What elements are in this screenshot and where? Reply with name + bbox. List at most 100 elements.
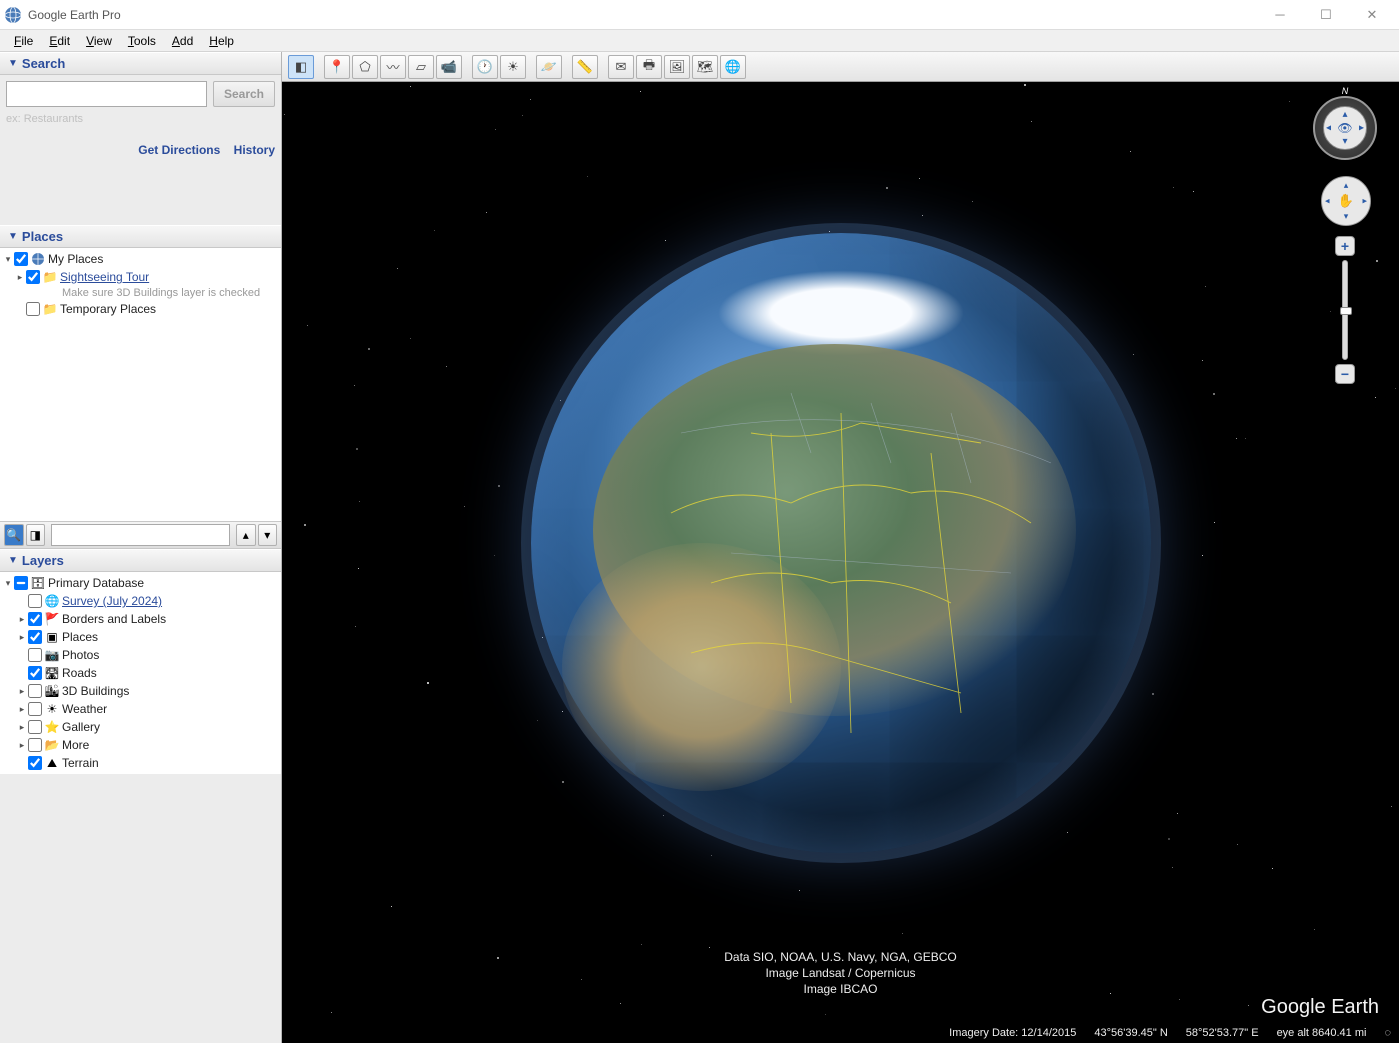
menu-tools[interactable]: Tools — [120, 32, 164, 50]
look-left-arrow[interactable]: ◂ — [1326, 123, 1331, 134]
layer-checkbox[interactable] — [28, 666, 42, 680]
nav-zoom: + − — [1335, 236, 1355, 384]
menu-view[interactable]: View — [78, 32, 120, 50]
layer-checkbox[interactable] — [28, 684, 42, 698]
menu-help[interactable]: Help — [201, 32, 242, 50]
expander-icon[interactable]: ▸ — [16, 701, 28, 717]
layer-item[interactable]: ▸🚩Borders and Labels — [0, 610, 281, 628]
maximize-button[interactable]: ☐ — [1303, 1, 1349, 29]
look-up-arrow[interactable]: ▴ — [1342, 109, 1347, 120]
zoom-slider-track[interactable] — [1342, 260, 1348, 360]
menu-edit[interactable]: Edit — [41, 32, 78, 50]
layer-item[interactable]: ▾🗄Primary Database — [0, 574, 281, 592]
add-polygon-button[interactable]: ⬠ — [352, 55, 378, 79]
sunlight-button[interactable]: ☀ — [500, 55, 526, 79]
layer-checkbox[interactable] — [28, 612, 42, 626]
expander-icon[interactable]: ▾ — [2, 251, 14, 267]
expander-icon[interactable]: ▸ — [16, 683, 28, 699]
save-image-button[interactable]: 🖼 — [664, 55, 690, 79]
layer-item[interactable]: ▸📂More — [0, 736, 281, 754]
sightseeing-label[interactable]: Sightseeing Tour — [60, 269, 149, 285]
print-button[interactable]: 🖶 — [636, 55, 662, 79]
layer-checkbox[interactable] — [28, 756, 42, 770]
look-right-arrow[interactable]: ▸ — [1359, 123, 1364, 134]
layer-checkbox[interactable] — [28, 630, 42, 644]
pan-right-arrow[interactable]: ▸ — [1362, 196, 1367, 207]
menu-file[interactable]: File — [6, 32, 41, 50]
get-directions-link[interactable]: Get Directions — [138, 143, 220, 157]
search-input[interactable] — [6, 81, 207, 107]
search-panel-body: Search ex: Restaurants Get Directions Hi… — [0, 75, 281, 225]
menu-add[interactable]: Add — [164, 32, 201, 50]
close-button[interactable]: ✕ — [1349, 1, 1395, 29]
loading-icon: ◌ — [1384, 1027, 1391, 1039]
nav-compass[interactable]: N 👁 ▴ ▾ ◂ ▸ — [1313, 96, 1377, 160]
historical-imagery-button[interactable]: 🕐 — [472, 55, 498, 79]
pan-up-arrow[interactable]: ▴ — [1344, 180, 1349, 191]
places-up-button[interactable]: ▴ — [236, 524, 256, 546]
sightseeing-desc: Make sure 3D Buildings layer is checked — [62, 286, 281, 300]
search-icon: 🔍 — [6, 528, 21, 542]
tree-item-sightseeing[interactable]: ▸ 📁 Sightseeing Tour — [0, 268, 281, 286]
earth-globe[interactable] — [531, 233, 1151, 853]
expander-icon[interactable]: ▸ — [14, 269, 26, 285]
layer-checkbox[interactable] — [28, 720, 42, 734]
layer-item[interactable]: ▸🏙3D Buildings — [0, 682, 281, 700]
layer-item[interactable]: 🌐Survey (July 2024) — [0, 592, 281, 610]
expander-icon[interactable]: ▸ — [16, 611, 28, 627]
layer-item[interactable]: ▸☀Weather — [0, 700, 281, 718]
record-tour-button[interactable]: 📹 — [436, 55, 462, 79]
layer-item[interactable]: 🛣Roads — [0, 664, 281, 682]
layer-checkbox[interactable] — [28, 594, 42, 608]
search-button[interactable]: Search — [213, 81, 275, 107]
view-maps-button[interactable]: 🗺 — [692, 55, 718, 79]
places-down-button[interactable]: ▾ — [258, 524, 278, 546]
add-placemark-button[interactable]: 📍 — [324, 55, 350, 79]
add-image-overlay-button[interactable]: ▱ — [408, 55, 434, 79]
places-split-button[interactable]: ◨ — [26, 524, 46, 546]
history-link[interactable]: History — [234, 143, 275, 157]
zoom-out-button[interactable]: − — [1335, 364, 1355, 384]
places-filter-input[interactable] — [51, 524, 230, 546]
layer-label: More — [62, 737, 89, 753]
layer-item[interactable]: ▸▣Places — [0, 628, 281, 646]
zoom-slider-thumb[interactable] — [1340, 307, 1352, 315]
layer-item[interactable]: 📷Photos — [0, 646, 281, 664]
email-button[interactable]: ✉ — [608, 55, 634, 79]
globe-canvas[interactable]: N 👁 ▴ ▾ ◂ ▸ ✋ ▴ ▾ ◂ ▸ + — [282, 82, 1399, 1043]
add-path-button[interactable]: 〰 — [380, 55, 406, 79]
print-icon: 🖶 — [643, 56, 655, 78]
my-places-checkbox[interactable] — [14, 252, 28, 266]
tree-item-my-places[interactable]: ▾ My Places — [0, 250, 281, 268]
places-search-button[interactable]: 🔍 — [4, 524, 24, 546]
minimize-button[interactable]: ─ — [1257, 1, 1303, 29]
layer-checkbox[interactable] — [28, 648, 42, 662]
expander-icon[interactable]: ▾ — [2, 575, 14, 591]
planets-button[interactable]: 🪐 — [536, 55, 562, 79]
search-panel-header[interactable]: ▼ Search — [0, 52, 281, 75]
pan-left-arrow[interactable]: ◂ — [1325, 196, 1330, 207]
zoom-in-button[interactable]: + — [1335, 236, 1355, 256]
globe-button[interactable]: 🌐 — [720, 55, 746, 79]
sightseeing-checkbox[interactable] — [26, 270, 40, 284]
look-down-arrow[interactable]: ▾ — [1342, 136, 1347, 147]
layer-label[interactable]: Survey (July 2024) — [62, 593, 162, 609]
layer-checkbox[interactable] — [28, 702, 42, 716]
expander-icon[interactable]: ▸ — [16, 719, 28, 735]
layers-panel-header[interactable]: ▼ Layers — [0, 549, 281, 572]
toggle-sidebar-button[interactable]: ◧ — [288, 55, 314, 79]
pan-down-arrow[interactable]: ▾ — [1344, 211, 1349, 222]
layer-item[interactable]: ▸⭐Gallery — [0, 718, 281, 736]
expander-icon[interactable]: ▸ — [16, 629, 28, 645]
tree-item-temp-places[interactable]: 📁 Temporary Places — [0, 300, 281, 318]
places-toolbar: 🔍 ◨ ▴ ▾ — [0, 521, 281, 549]
ruler-button[interactable]: 📏 — [572, 55, 598, 79]
layer-item[interactable]: ⛰Terrain — [0, 754, 281, 772]
nav-pan[interactable]: ✋ ▴ ▾ ◂ ▸ — [1321, 176, 1371, 226]
expander-icon[interactable]: ▸ — [16, 737, 28, 753]
layer-checkbox[interactable] — [14, 576, 28, 590]
places-panel-header[interactable]: ▼ Places — [0, 225, 281, 248]
layer-checkbox[interactable] — [28, 738, 42, 752]
temp-places-checkbox[interactable] — [26, 302, 40, 316]
layer-label: Primary Database — [48, 575, 144, 591]
